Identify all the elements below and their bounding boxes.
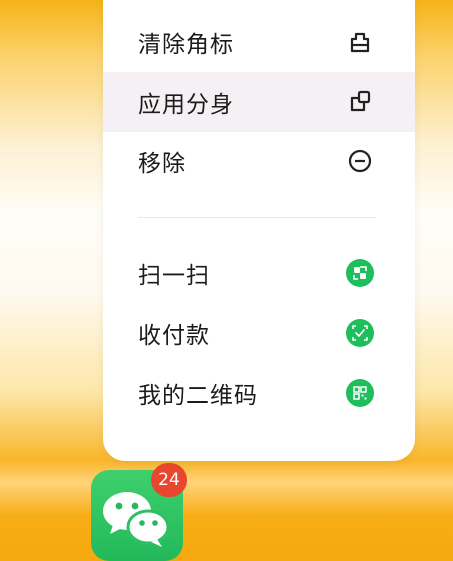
menu-item-label: 收付款 <box>138 323 210 349</box>
remove-menu-item[interactable]: 移除 <box>103 131 415 191</box>
pay-receive-menu-item[interactable]: 收付款 <box>103 303 415 363</box>
app-context-menu: 清除角标 应用分身 移除 扫一扫 收付款 我的二维码 <box>103 0 415 461</box>
scan-menu-item[interactable]: 扫一扫 <box>103 243 415 303</box>
app-clone-icon <box>345 87 375 117</box>
my-qr-code-menu-item[interactable]: 我的二维码 <box>103 363 415 423</box>
menu-item-label: 移除 <box>138 151 186 177</box>
clear-badge-icon <box>345 27 375 57</box>
pay-receive-icon <box>345 318 375 348</box>
menu-divider <box>138 217 376 218</box>
menu-item-label: 我的二维码 <box>138 383 258 409</box>
notification-badge: 24 <box>151 463 187 497</box>
menu-item-label: 清除角标 <box>138 32 234 58</box>
remove-icon <box>345 146 375 176</box>
menu-item-label: 扫一扫 <box>138 263 210 289</box>
menu-item-label: 应用分身 <box>138 92 234 118</box>
qr-code-icon <box>345 378 375 408</box>
app-clone-menu-item[interactable]: 应用分身 <box>103 72 415 132</box>
scan-icon <box>345 258 375 288</box>
clear-badge-menu-item[interactable]: 清除角标 <box>103 12 415 72</box>
